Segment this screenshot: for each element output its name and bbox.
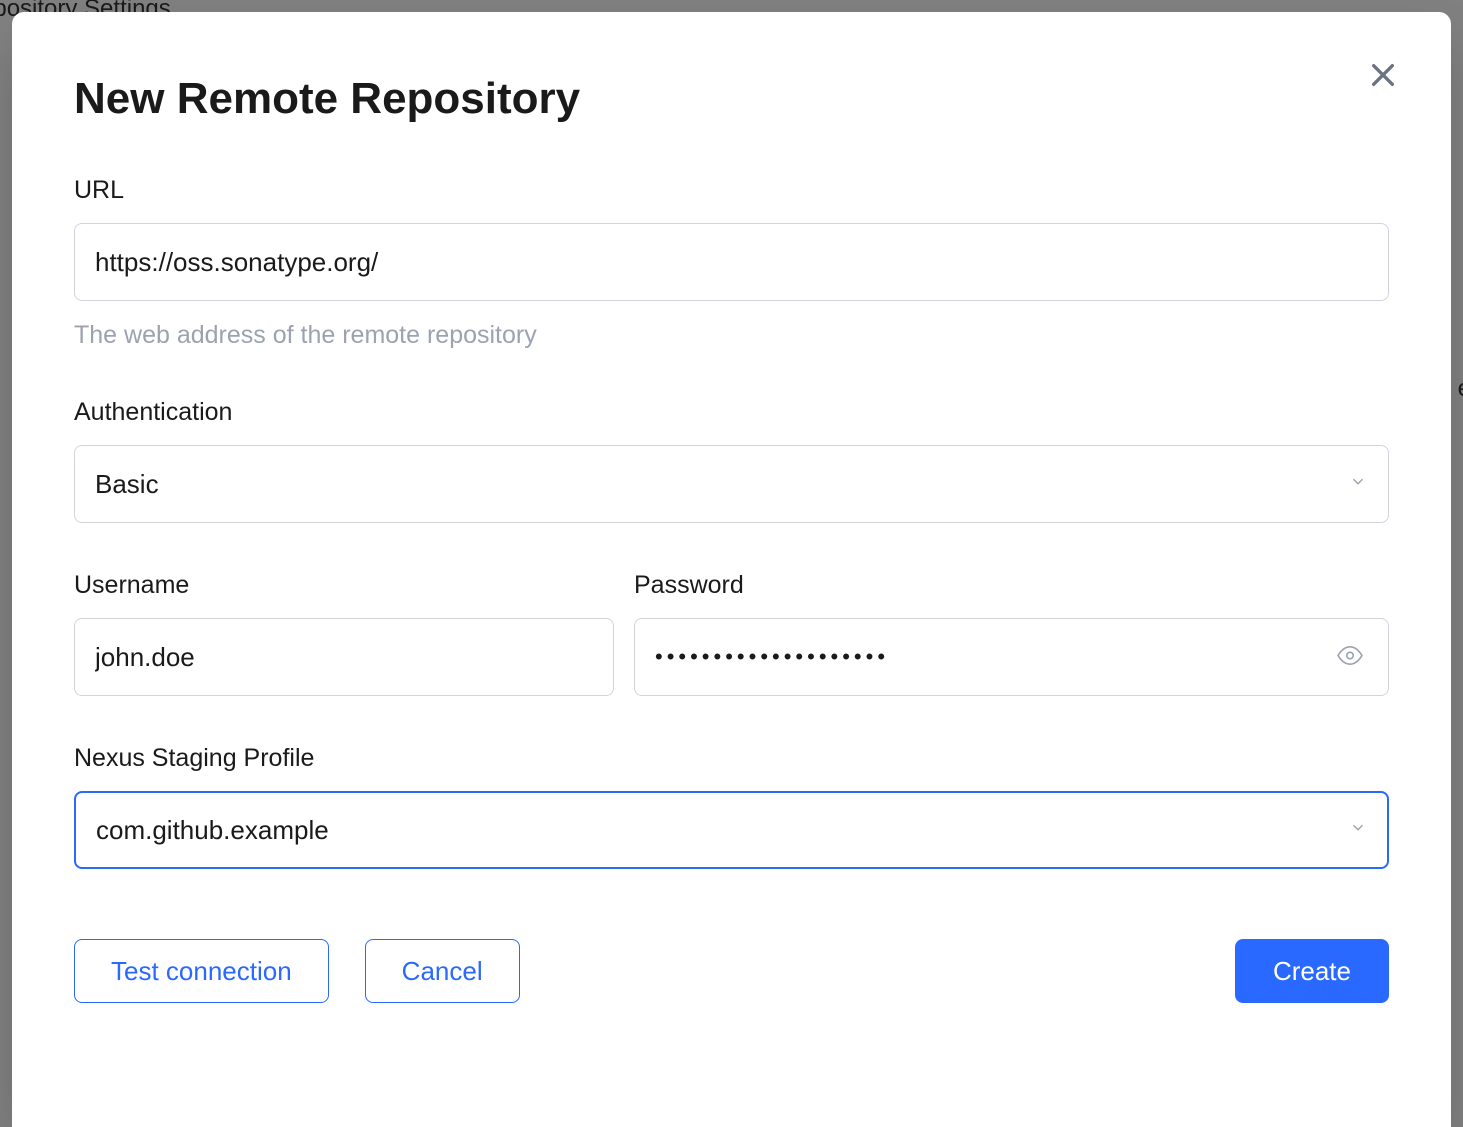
toggle-password-visibility-button[interactable] (1333, 639, 1367, 676)
new-remote-repository-modal: New Remote Repository URL The web addres… (12, 12, 1451, 1127)
authentication-value[interactable] (74, 445, 1389, 523)
create-button[interactable]: Create (1235, 939, 1389, 1003)
authentication-select[interactable] (74, 445, 1389, 523)
authentication-field-group: Authentication (74, 398, 1389, 523)
username-input[interactable] (74, 618, 614, 696)
url-label: URL (74, 176, 1389, 205)
username-label: Username (74, 571, 614, 600)
modal-title: New Remote Repository (74, 74, 1389, 124)
staging-profile-label: Nexus Staging Profile (74, 744, 1389, 773)
url-field-group: URL The web address of the remote reposi… (74, 176, 1389, 350)
username-field-group: Username (74, 571, 614, 696)
authentication-label: Authentication (74, 398, 1389, 427)
backdrop-right-fragment: e (1458, 375, 1463, 403)
url-input[interactable] (74, 223, 1389, 301)
close-button[interactable] (1363, 56, 1403, 96)
password-field-group: Password (634, 571, 1389, 696)
password-label: Password (634, 571, 1389, 600)
eye-icon (1337, 657, 1363, 672)
staging-profile-select[interactable] (74, 791, 1389, 869)
close-icon (1367, 59, 1399, 94)
password-input[interactable] (634, 618, 1389, 696)
url-help-text: The web address of the remote repository (74, 321, 1389, 350)
modal-footer: Test connection Cancel Create (74, 939, 1389, 1003)
cancel-button[interactable]: Cancel (365, 939, 520, 1003)
staging-profile-field-group: Nexus Staging Profile (74, 744, 1389, 869)
test-connection-button[interactable]: Test connection (74, 939, 329, 1003)
staging-profile-value[interactable] (74, 791, 1389, 869)
